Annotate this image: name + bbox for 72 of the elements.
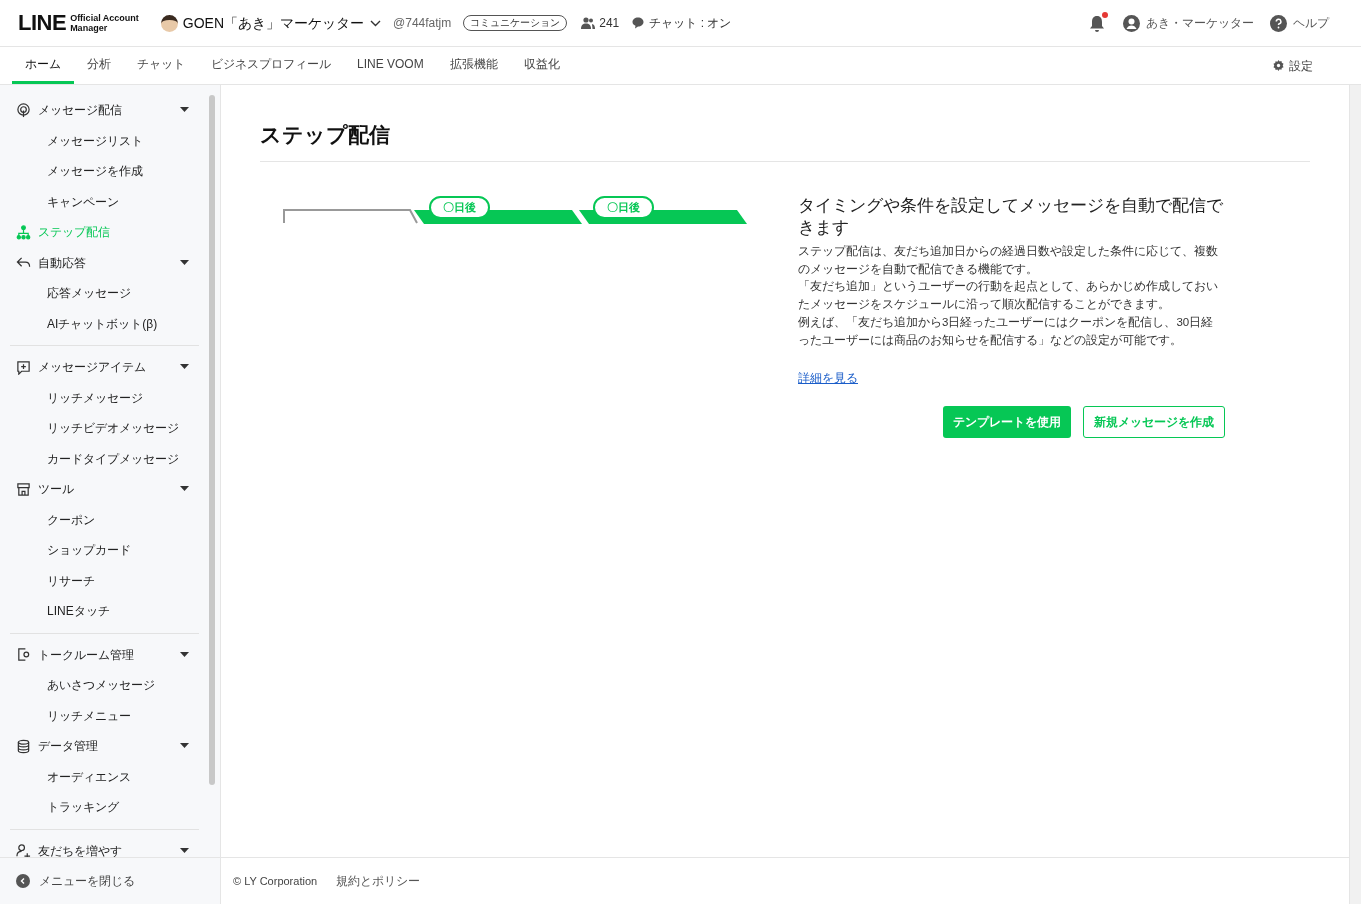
description-text: 例えば、「友だち追加から3日経ったユーザーにはクーポンを配信し、30日経ったユーザーには商品のお知らせを配信する」などの設定が可能です。 [798, 314, 1215, 349]
sidebar-group-label[interactable]: ツール [38, 480, 74, 499]
sidebar-group-label[interactable]: データ管理 [38, 737, 98, 756]
nav-tab[interactable]: チャット [124, 47, 198, 84]
sidebar-group-label[interactable]: メッセージ配信 [38, 101, 122, 120]
phone-icon [16, 647, 31, 663]
database-icon [16, 738, 31, 754]
account-id: @744fatjm [393, 15, 452, 32]
store-icon [16, 481, 31, 497]
sidebar-item[interactable]: オーディエンス [10, 761, 199, 792]
sidebar-group-label[interactable]: 自動応答 [38, 253, 86, 272]
nav-tab[interactable]: 収益化 [510, 47, 573, 84]
caret-icon[interactable] [180, 651, 189, 658]
days-badge: 〇日後 [429, 196, 490, 219]
hierarchy-icon [16, 224, 31, 240]
sidebar-item[interactable]: AIチャットボット(β) [10, 308, 199, 339]
sidebar-item[interactable]: 応答メッセージ [10, 278, 199, 309]
chat-bubble-icon [632, 17, 645, 29]
sidebar-group-label[interactable]: 友だちを増やす [38, 841, 122, 857]
sidebar-item[interactable]: ショップカード [10, 535, 199, 566]
scrollbar[interactable] [209, 95, 215, 785]
sidebar-item[interactable]: あいさつメッセージ [10, 670, 199, 701]
caret-icon[interactable] [180, 259, 189, 266]
sidebar-item[interactable]: トラッキング [10, 792, 199, 823]
caret-icon[interactable] [180, 486, 189, 493]
caret-icon[interactable] [180, 364, 189, 371]
collapse-icon[interactable] [16, 874, 30, 888]
user-name[interactable]: あき・マーケッター [1146, 14, 1254, 32]
add-message-icon [16, 359, 31, 375]
account-switcher[interactable]: GOEN「あき」マーケッター [182, 12, 382, 34]
description-text: ステップ配信は、友だち追加日からの経過日数や設定した条件に応じて、複数のメッセージを自動で配信できる機能です。 [798, 244, 1219, 277]
caret-icon[interactable] [180, 847, 189, 854]
chat-status[interactable]: チャット : オン [649, 14, 732, 32]
page-title: ステップ配信 [260, 121, 1310, 162]
details-link[interactable]: 詳細を見る [798, 369, 858, 388]
nav-tab[interactable]: ビジネスプロフィール [198, 47, 344, 84]
sidebar-item[interactable]: カードタイプメッセージ [10, 443, 199, 474]
settings-icon [1273, 60, 1284, 71]
copyright-text: © LY Corporation [233, 873, 318, 889]
help-link[interactable]: ヘルプ [1293, 14, 1329, 32]
policy-link[interactable]: 規約とポリシー [336, 872, 421, 890]
settings-button[interactable]: 設定 [1273, 47, 1313, 84]
people-icon [581, 17, 596, 29]
sidebar-item[interactable]: リッチメッセージ [10, 382, 199, 413]
help-icon [1270, 14, 1287, 32]
nav-tab[interactable]: 拡張機能 [436, 47, 511, 84]
sidebar-group-label[interactable]: トークルーム管理 [38, 645, 134, 664]
friends-count: 241 [599, 15, 620, 32]
page-scrollbar[interactable] [1349, 85, 1361, 904]
sidebar-item[interactable]: LINEタッチ [10, 596, 199, 627]
chevron-down-icon [370, 19, 382, 27]
sidebar-item[interactable]: リサーチ [10, 565, 199, 596]
sidebar-item[interactable]: メッセージを作成 [10, 156, 199, 187]
close-menu-link[interactable]: メニューを閉じる [39, 872, 135, 890]
sidebar-item[interactable]: メッセージリスト [10, 125, 199, 156]
nav-tab[interactable]: 分析 [74, 47, 124, 84]
sidebar-item[interactable]: クーポン [10, 504, 199, 535]
sidebar-item[interactable]: キャンペーン [10, 186, 199, 217]
sidebar-item[interactable]: リッチビデオメッセージ [10, 413, 199, 444]
caret-icon[interactable] [180, 107, 189, 114]
days-badge: 〇日後 [593, 196, 654, 219]
notification-bell[interactable] [1089, 14, 1105, 32]
description-text: 「友だち追加」というユーザーの行動を起点として、あらかじめ作成しておいたメッセージをスケジュールに沿って順次配信することができます。 [798, 279, 1219, 313]
section-heading: タイミングや条件を設定してメッセージを自動で配信できます [798, 195, 1224, 239]
broadcast-icon [16, 102, 31, 118]
sidebar-group-label[interactable]: メッセージアイテム [38, 358, 146, 377]
sidebar-item[interactable]: リッチメニュー [10, 700, 199, 731]
caret-icon[interactable] [180, 743, 189, 750]
nav-tab[interactable]: LINE VOOM [344, 47, 437, 84]
account-avatar [160, 14, 178, 32]
add-person-icon [16, 843, 31, 857]
user-icon [1123, 14, 1140, 32]
